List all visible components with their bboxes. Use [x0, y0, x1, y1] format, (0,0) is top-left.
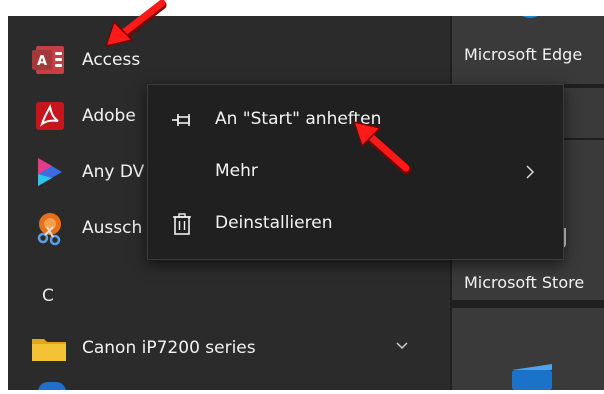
- tile-label-edge: Microsoft Edge: [464, 45, 583, 64]
- tile-label-store: Microsoft Store: [464, 273, 585, 292]
- app-label-canon: Canon iP7200 series: [82, 338, 256, 358]
- partial-app-icon: [38, 382, 66, 390]
- pin-icon: [172, 114, 190, 126]
- menu-label-more: Mehr: [215, 161, 258, 181]
- app-item-canon-folder[interactable]: Canon iP7200 series: [8, 320, 450, 376]
- app-label-anydvd: Any DV: [82, 162, 145, 182]
- snipping-tool-icon: [37, 213, 61, 246]
- chevron-down-icon[interactable]: [394, 338, 410, 354]
- app-label-adobe: Adobe: [82, 106, 136, 126]
- movies-tv-icon: [512, 364, 552, 390]
- menu-item-uninstall[interactable]: Deinstallieren: [148, 198, 563, 250]
- edge-icon: [522, 16, 538, 18]
- start-menu: A Access Adobe Any DV Aussch C Canon iP7…: [8, 16, 604, 390]
- app-label-snipping: Aussch: [82, 218, 143, 238]
- tile-microsoft-edge[interactable]: Microsoft Edge: [452, 16, 604, 84]
- folder-icon: [32, 339, 66, 361]
- annotation-arrow-icon: [352, 120, 411, 175]
- menu-label-uninstall: Deinstallieren: [215, 213, 333, 233]
- tile-bottom[interactable]: [452, 308, 604, 390]
- svg-text:A: A: [37, 54, 47, 69]
- chevron-right-icon: [526, 165, 535, 179]
- app-label-access: Access: [82, 50, 141, 70]
- adobe-acrobat-icon: [36, 102, 64, 130]
- access-icon: A: [32, 46, 64, 74]
- any-dvd-icon: [38, 158, 62, 186]
- section-letter-c[interactable]: C: [42, 286, 54, 306]
- annotation-arrow-icon: [104, 0, 167, 48]
- trash-icon: [173, 213, 191, 235]
- app-item-access[interactable]: A Access: [8, 32, 450, 88]
